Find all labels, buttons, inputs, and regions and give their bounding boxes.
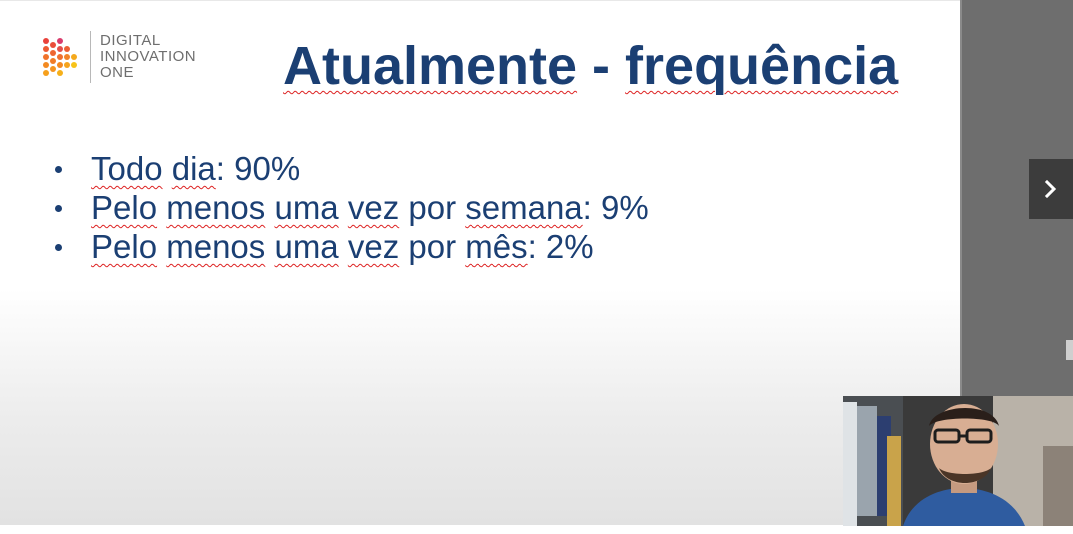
bullet-value: : 90% bbox=[215, 150, 301, 187]
presentation-slide: DIGITAL INNOVATION ONE Atualmente - freq… bbox=[0, 0, 960, 525]
bullet-word: vez bbox=[347, 228, 400, 265]
webcam-video bbox=[843, 396, 1073, 526]
bullet-dot bbox=[55, 166, 62, 173]
title-separator: - bbox=[577, 36, 626, 96]
scrollbar-thumb[interactable] bbox=[1066, 340, 1073, 360]
title-word-2: frequência bbox=[625, 36, 899, 96]
bullet-word: uma bbox=[274, 228, 339, 265]
logo-line-3: ONE bbox=[100, 64, 135, 81]
bullet-word: uma bbox=[274, 189, 339, 226]
dots-play-logo-icon bbox=[43, 38, 77, 76]
logo-wordmark: DIGITAL INNOVATION ONE bbox=[100, 33, 196, 81]
bullet-word: Pelo bbox=[91, 189, 158, 226]
bullet-word: vez bbox=[347, 189, 400, 226]
bullet-word: por bbox=[399, 189, 466, 226]
bullet-word: Todo bbox=[91, 150, 163, 187]
bullet-list: Todo dia: 90% Pelo menos uma vez por sem… bbox=[55, 149, 649, 266]
bullet-item: Todo dia: 90% bbox=[55, 149, 649, 188]
bullet-word: menos bbox=[166, 228, 266, 265]
slide-title: Atualmente - frequência bbox=[283, 34, 898, 98]
bullet-word: dia bbox=[171, 150, 216, 187]
next-slide-button[interactable] bbox=[1029, 159, 1073, 219]
logo-line-1: DIGITAL bbox=[100, 32, 161, 49]
side-panel-edge bbox=[960, 0, 962, 396]
bullet-dot bbox=[55, 244, 62, 251]
bullet-value: : 9% bbox=[582, 189, 649, 226]
bullet-word: semana bbox=[465, 189, 583, 226]
title-word-1: Atualmente bbox=[283, 36, 578, 96]
digital-innovation-one-logo: DIGITAL INNOVATION ONE bbox=[40, 31, 220, 87]
bullet-item: Pelo menos uma vez por semana: 9% bbox=[55, 188, 649, 227]
chevron-right-icon bbox=[1044, 180, 1057, 198]
bullet-word: mês bbox=[465, 228, 528, 265]
bullet-word: por bbox=[399, 228, 466, 265]
bullet-word: Pelo bbox=[91, 228, 158, 265]
logo-line-2: INNOVATION bbox=[100, 48, 197, 65]
bullet-value: : 2% bbox=[527, 228, 594, 265]
webcam-presenter-image bbox=[843, 396, 1073, 526]
bullet-dot bbox=[55, 205, 62, 212]
bullet-item: Pelo menos uma vez por mês: 2% bbox=[55, 227, 649, 266]
bullet-word: menos bbox=[166, 189, 266, 226]
logo-divider bbox=[90, 31, 91, 83]
